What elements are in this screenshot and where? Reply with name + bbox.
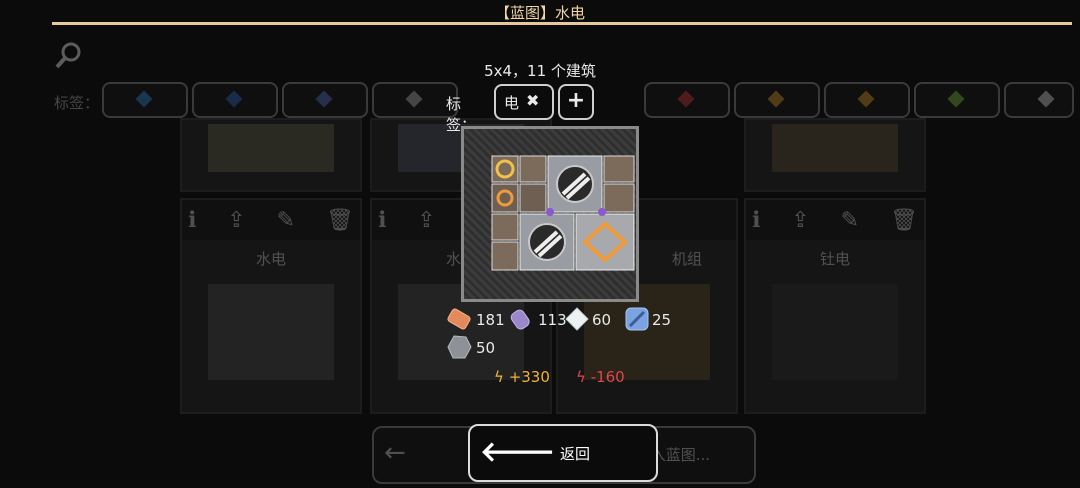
energy-minus-value: -160	[590, 368, 625, 386]
lilac-crystal-icon	[510, 309, 530, 330]
bg-card-4[interactable]: ℹ ⇪ ✎ 🗑 钍电	[744, 198, 926, 414]
copper-ingot-count: 181	[476, 311, 505, 329]
card-thumbnail	[208, 284, 334, 380]
bg-card-1[interactable]: ℹ ⇪ ✎ 🗑 水电	[180, 198, 362, 414]
title-bar: 【蓝图】水电	[0, 0, 1080, 28]
bg-tag-filter-3[interactable]	[282, 82, 368, 118]
energy-consumption: ϟ -160	[576, 368, 625, 386]
card-label: 钍电	[819, 250, 850, 268]
tag-chip-label: 电	[504, 94, 520, 112]
bg-tag-filter-1[interactable]	[102, 82, 188, 118]
title-divider	[52, 22, 1072, 25]
bg-card-top-3[interactable]	[744, 118, 926, 192]
tag-chip-electric[interactable]: 电 ✖	[494, 84, 554, 120]
white-crystal-resource: 60	[564, 306, 611, 332]
grey-ore-count: 50	[476, 339, 496, 357]
copper-ingot-resource: 181	[446, 306, 505, 332]
back-button[interactable]: 🡐 返回	[468, 424, 658, 482]
blueprint-layout-image	[491, 155, 635, 271]
lilac-crystal-count: 113	[538, 311, 567, 329]
copper-ingot-icon	[447, 308, 471, 330]
bg-tag-filter-6[interactable]	[734, 82, 820, 118]
bg-card-top-1[interactable]	[180, 118, 362, 192]
background-tags-label: 标签：	[54, 94, 100, 112]
bg-tag-filter-5[interactable]	[644, 82, 730, 118]
blue-plate-icon	[625, 307, 649, 331]
white-crystal-count: 60	[592, 311, 612, 329]
card-label: 机组	[671, 250, 702, 268]
arrow-left-icon: 🡐	[480, 435, 556, 468]
bg-import-label: 入蓝图...	[650, 446, 710, 464]
card-thumbnail	[772, 284, 898, 380]
back-button-label: 返回	[560, 445, 591, 463]
bg-tag-filter-2[interactable]	[192, 82, 278, 118]
add-tag-button[interactable]: +	[558, 84, 594, 120]
energy-production: ϟ +330	[494, 368, 550, 386]
card-tool-icons: ℹ⇪✎🗑	[188, 208, 354, 233]
white-crystal-icon	[565, 307, 589, 331]
grey-ore-resource: 50	[446, 334, 526, 360]
bg-tag-filter-8[interactable]	[914, 82, 1000, 118]
card-label: 水电	[255, 250, 286, 268]
arrow-left-icon: ←	[384, 438, 406, 468]
blue-plate-count: 25	[652, 311, 672, 329]
grey-ore-icon	[447, 335, 472, 359]
lightning-icon: ϟ	[576, 368, 586, 386]
close-icon[interactable]: ✖	[526, 91, 539, 110]
blue-plate-resource: 25	[624, 306, 671, 332]
lightning-icon: ϟ	[494, 368, 504, 386]
resource-cost-row: 181 113 60 25	[446, 306, 706, 332]
energy-plus-value: +330	[508, 368, 550, 386]
bg-tag-filter-7[interactable]	[824, 82, 910, 118]
card-tool-icons: ℹ⇪✎🗑	[752, 208, 918, 233]
plus-icon: +	[566, 88, 586, 113]
page-title: 【蓝图】水电	[494, 4, 585, 22]
bg-tag-edit[interactable]	[1004, 82, 1074, 118]
blueprint-size-info: 5x4，11 个建筑	[484, 62, 596, 80]
lilac-crystal-resource: 113	[508, 306, 567, 332]
